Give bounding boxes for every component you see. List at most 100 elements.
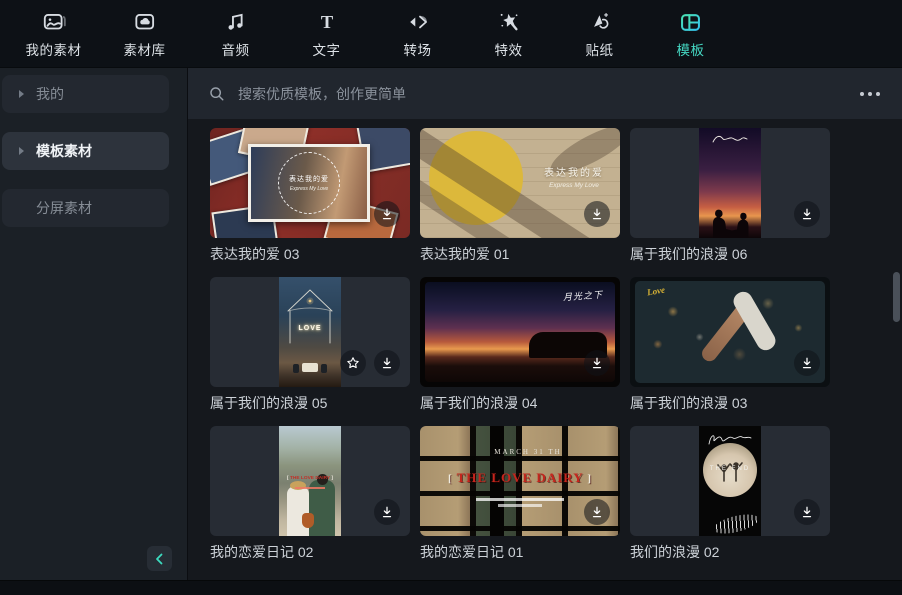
caption-decoration xyxy=(476,498,564,501)
template-thumbnail[interactable]: MARCH 31 TH [ THE LOVE DAIRY ] xyxy=(420,426,620,536)
download-button[interactable] xyxy=(374,350,400,376)
template-thumbnail[interactable]: 表达我的爱 Express My Love xyxy=(210,128,410,238)
template-card: 表达我的爱 Express My Love 表达我的爱 01 xyxy=(420,128,620,263)
thumbnail-art-layer xyxy=(699,128,761,238)
download-button[interactable] xyxy=(794,350,820,376)
overlay-title-text: [ THE LOVE DAIRY ] xyxy=(285,476,335,481)
scrollbar-thumb[interactable] xyxy=(893,272,900,322)
overlay-text-zh: 表达我的爱 xyxy=(289,174,329,184)
sidebar-item-label: 模板素材 xyxy=(36,141,92,161)
template-thumbnail[interactable] xyxy=(630,128,830,238)
sidebar-item-label: 我的 xyxy=(36,84,64,104)
download-button[interactable] xyxy=(794,499,820,525)
download-button[interactable] xyxy=(584,201,610,227)
template-thumbnail[interactable]: 表达我的爱 Express My Love xyxy=(420,128,620,238)
figure-decoration xyxy=(302,513,314,528)
template-card: LOVE 属于我们的浪漫 05 xyxy=(210,277,410,412)
template-thumbnail[interactable]: LOVE xyxy=(210,277,410,387)
sidebar-item-splitscreen-materials[interactable]: 分屏素材 xyxy=(2,189,169,227)
sidebar-collapse-button[interactable] xyxy=(147,546,172,571)
tab-text[interactable]: T 文字 xyxy=(281,4,372,64)
tab-label: 特效 xyxy=(495,39,523,59)
template-thumbnail[interactable]: THE END xyxy=(630,426,830,536)
more-options-button[interactable] xyxy=(858,88,882,100)
template-thumbnail[interactable]: [ THE LOVE DAIRY ] xyxy=(210,426,410,536)
media-library-icon xyxy=(131,9,158,36)
template-title: 属于我们的浪漫 03 xyxy=(630,394,830,412)
text-icon: T xyxy=(313,9,340,36)
thumbnail-art-layer: 表达我的爱 Express My Love xyxy=(248,144,370,222)
tab-media-library[interactable]: 素材库 xyxy=(99,4,190,64)
tab-label: 文字 xyxy=(313,39,341,59)
search-icon xyxy=(208,85,226,103)
tab-label: 贴纸 xyxy=(586,39,614,59)
template-card: 月光之下 属于我们的浪漫 04 xyxy=(420,277,620,412)
template-card: [ THE LOVE DAIRY ] 我的恋爱日记 02 xyxy=(210,426,410,561)
thumbnail-art-layer xyxy=(293,364,299,373)
overlay-script-text: 月光之下 xyxy=(563,288,604,304)
template-thumbnail[interactable]: 月光之下 xyxy=(420,277,620,387)
download-button[interactable] xyxy=(374,499,400,525)
thumbnail-art-layer xyxy=(302,363,318,372)
tab-sticker[interactable]: 贴纸 xyxy=(554,4,645,64)
script-decoration xyxy=(699,130,761,148)
template-title: 我的恋爱日记 01 xyxy=(420,543,620,561)
template-card: MARCH 31 TH [ THE LOVE DAIRY ] 我的恋爱日记 01 xyxy=(420,426,620,561)
overlay-text-en: Express My Love xyxy=(544,182,604,189)
couple-silhouette xyxy=(699,192,761,238)
tab-my-media[interactable]: 我的素材 xyxy=(8,4,99,64)
transition-icon xyxy=(404,9,431,36)
template-grid: 表达我的爱 Express My Love 表达我的爱 03 xyxy=(210,128,830,561)
sidebar-item-label: 分屏素材 xyxy=(36,198,92,218)
download-button[interactable] xyxy=(584,350,610,376)
template-title: 我们的浪漫 02 xyxy=(630,543,830,561)
tab-audio[interactable]: 音频 xyxy=(190,4,281,64)
tab-label: 素材库 xyxy=(124,39,166,59)
download-button[interactable] xyxy=(374,201,400,227)
sidebar: 我的 模板素材 分屏素材 xyxy=(0,68,188,580)
tab-effects[interactable]: 特效 xyxy=(463,4,554,64)
overlay-text-love: LOVE xyxy=(279,325,341,332)
download-button[interactable] xyxy=(794,201,820,227)
chevron-left-icon xyxy=(151,550,169,568)
template-title: 我的恋爱日记 02 xyxy=(210,543,410,561)
thumbnail-art-layer: 表达我的爱 Express My Love xyxy=(544,164,604,189)
bottom-divider xyxy=(0,580,902,595)
chevron-right-icon xyxy=(19,147,24,155)
template-thumbnail[interactable]: Love xyxy=(630,277,830,387)
template-card: THE END 我们的浪漫 02 xyxy=(630,426,830,561)
wreath-decoration: 表达我的爱 Express My Love xyxy=(278,152,340,214)
tab-template[interactable]: 模板 xyxy=(645,4,736,64)
download-icon xyxy=(380,356,394,370)
thumbnail-art-layer: THE END xyxy=(699,426,761,536)
sidebar-item-mine[interactable]: 我的 xyxy=(2,75,169,113)
sidebar-item-template-materials[interactable]: 模板素材 xyxy=(2,132,169,170)
download-icon xyxy=(380,207,394,221)
download-icon xyxy=(800,505,814,519)
tab-label: 转场 xyxy=(404,39,432,59)
svg-text:T: T xyxy=(320,12,332,32)
sticker-icon xyxy=(586,9,613,36)
favorite-button[interactable] xyxy=(340,350,366,376)
tab-label: 音频 xyxy=(222,39,250,59)
tab-transition[interactable]: 转场 xyxy=(372,4,463,64)
template-card: 属于我们的浪漫 06 xyxy=(630,128,830,263)
my-media-icon xyxy=(40,9,67,36)
template-title: 属于我们的浪漫 05 xyxy=(210,394,410,412)
thumbnail-art-layer: LOVE xyxy=(279,277,341,387)
download-icon xyxy=(800,207,814,221)
star-icon xyxy=(346,356,360,370)
template-title: 表达我的爱 03 xyxy=(210,245,410,263)
overlay-date-text: MARCH 31 TH xyxy=(420,448,620,456)
audio-icon xyxy=(222,9,249,36)
template-card: 表达我的爱 Express My Love 表达我的爱 03 xyxy=(210,128,410,263)
template-icon xyxy=(677,9,704,36)
download-icon xyxy=(590,356,604,370)
caption-decoration xyxy=(295,487,325,489)
scribble-decoration xyxy=(712,511,761,536)
download-button[interactable] xyxy=(584,499,610,525)
search-input[interactable] xyxy=(236,85,844,103)
template-title: 表达我的爱 01 xyxy=(420,245,620,263)
overlay-text-zh: 表达我的爱 xyxy=(544,164,604,179)
thumbnail-art-layer xyxy=(321,364,327,373)
